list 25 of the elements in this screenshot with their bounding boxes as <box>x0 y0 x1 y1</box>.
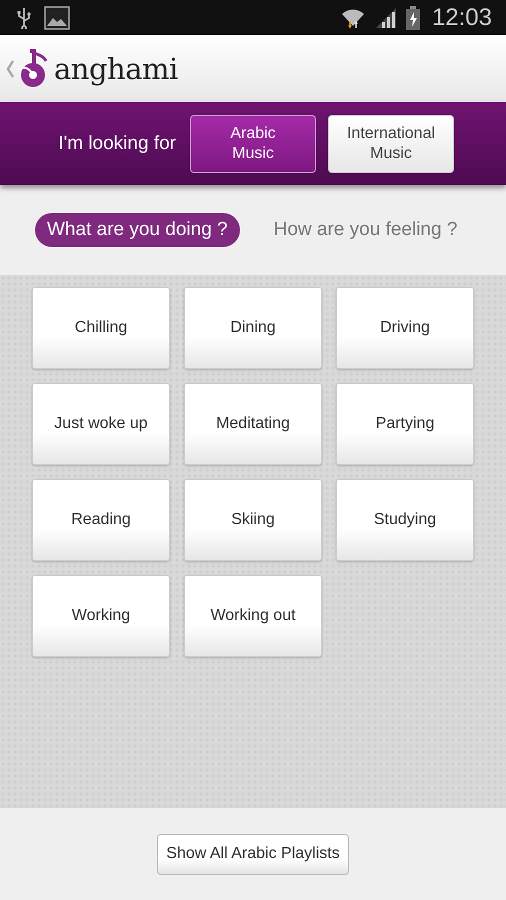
activity-tile[interactable]: Driving <box>336 287 474 369</box>
activity-tile[interactable]: Just woke up <box>32 383 170 465</box>
mode-tab[interactable]: How are you feeling ? <box>262 213 470 247</box>
mode-tab[interactable]: What are you doing ? <box>35 213 240 247</box>
activity-tile[interactable]: Working <box>32 575 170 657</box>
show-all-playlists-button[interactable]: Show All Arabic Playlists <box>157 834 349 874</box>
activity-tile[interactable]: Working out <box>184 575 322 657</box>
music-note-logo-icon <box>16 48 50 88</box>
activity-tile[interactable]: Chilling <box>32 287 170 369</box>
activity-tile[interactable]: Meditating <box>184 383 322 465</box>
music-type-button[interactable]: Arabic Music <box>190 114 316 172</box>
logo-text: anghami <box>54 52 178 86</box>
activity-tile[interactable]: Studying <box>336 479 474 561</box>
filter-label: I'm looking for <box>58 132 176 154</box>
battery-charging-icon <box>406 6 420 30</box>
usb-icon <box>16 6 32 28</box>
activity-tile[interactable]: Dining <box>184 287 322 369</box>
activity-tile[interactable]: Partying <box>336 383 474 465</box>
back-chevron-icon[interactable] <box>6 58 14 78</box>
activity-tile[interactable]: Reading <box>32 479 170 561</box>
activity-tile[interactable]: Skiing <box>184 479 322 561</box>
clock-time: 12:03 <box>432 4 492 32</box>
signal-icon <box>374 6 398 28</box>
music-type-button[interactable]: International Music <box>328 114 454 172</box>
image-icon <box>44 6 70 30</box>
